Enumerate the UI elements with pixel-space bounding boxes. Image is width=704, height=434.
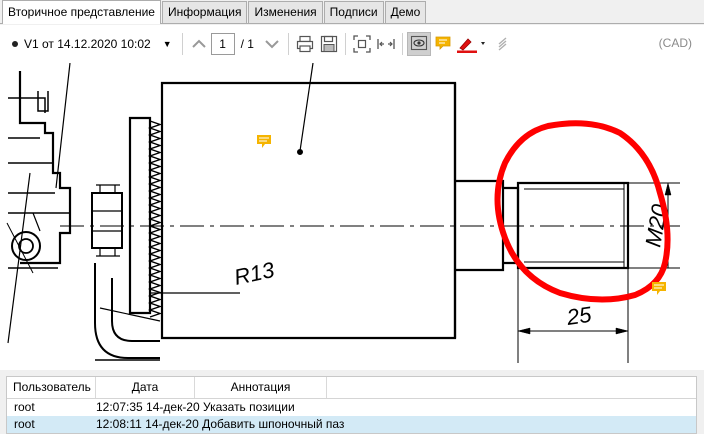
nut-faces: [92, 210, 122, 232]
signature-icon: [498, 37, 507, 51]
pen-color-icon: [456, 38, 485, 53]
tab-demo[interactable]: Демо: [384, 1, 427, 23]
cad-drawing: R13 25 M20: [6, 63, 680, 363]
comment-marker-body[interactable]: [257, 135, 271, 148]
leader-dot: [297, 149, 303, 155]
leader-lines: [7, 63, 71, 344]
previous-page-button[interactable]: [187, 32, 211, 56]
mode-label: (CAD): [658, 36, 692, 50]
tab-signatures[interactable]: Подписи: [323, 1, 384, 23]
chevron-up-icon: [191, 39, 206, 48]
tab-info[interactable]: Информация: [161, 1, 248, 23]
gear-teeth: [147, 120, 163, 318]
body-leader-line: [299, 63, 314, 152]
gear-body: [128, 116, 152, 315]
fit-width-icon: [377, 39, 395, 49]
print-icon: [296, 35, 314, 53]
view-annotations-icon: [410, 35, 428, 51]
cell-date-annotation: 12:07:35 14-дек-20 Указать позиции: [96, 399, 295, 416]
radius-leader: [99, 292, 240, 322]
cell-user: root: [14, 417, 35, 431]
drawing-canvas[interactable]: R13 25 M20: [0, 63, 704, 370]
nut-outline: [91, 192, 123, 249]
hatch-line: [6, 222, 34, 274]
version-label: V1 от 14.12.2020 10:02: [24, 37, 151, 51]
tab-secondary-view[interactable]: Вторичное представление: [2, 0, 161, 24]
fit-width-button[interactable]: [374, 32, 398, 56]
cell-date-annotation: 12:08:11 14-дек-20 Добавить шпоночный па…: [96, 416, 344, 433]
view-annotations-button[interactable]: [406, 32, 431, 56]
red-markup-circle[interactable]: [494, 120, 671, 303]
save-button[interactable]: [317, 32, 341, 56]
main-body-block: [160, 81, 457, 340]
separator: [344, 33, 346, 55]
comment-icon: [435, 36, 451, 50]
page-total: / 1: [240, 37, 254, 51]
radius-label: R13: [232, 257, 277, 290]
comment-marker-thread[interactable]: [652, 282, 666, 295]
version-dot-icon: [12, 41, 18, 47]
cell-annotation: Указать позиции: [203, 400, 295, 414]
signature-button[interactable]: [491, 32, 515, 56]
chevron-down-icon: [265, 40, 279, 49]
table-header: Пользователь Дата Аннотация: [7, 377, 696, 399]
separator: [401, 33, 403, 55]
save-icon: [320, 35, 338, 53]
pen-tool-button[interactable]: [455, 32, 491, 56]
clamp-slot: [37, 91, 49, 112]
column-annotation[interactable]: Аннотация: [195, 377, 327, 398]
print-button[interactable]: [293, 32, 317, 56]
separator: [287, 33, 289, 55]
table-row[interactable]: root 12:07:35 14-дек-20 Указать позиции: [7, 399, 696, 416]
bearing-outer: [11, 231, 41, 261]
fit-page-button[interactable]: [350, 32, 374, 56]
tab-changes[interactable]: Изменения: [248, 1, 323, 23]
column-date[interactable]: Дата: [96, 377, 195, 398]
fit-page-icon: [353, 35, 371, 53]
cell-date: 12:08:11 14-дек-20: [96, 417, 199, 431]
next-page-button[interactable]: [260, 32, 284, 56]
thread-arrow: [664, 182, 672, 196]
version-dropdown[interactable]: V1 от 14.12.2020 10:02 ▼: [6, 32, 178, 56]
separator: [181, 33, 183, 55]
annotations-table: Пользователь Дата Аннотация root 12:07:3…: [6, 376, 697, 434]
cell-user: root: [14, 400, 35, 414]
cell-annotation: Добавить шпоночный паз: [202, 417, 345, 431]
table-row[interactable]: root 12:08:11 14-дек-20 Добавить шпоночн…: [7, 416, 696, 433]
nut-chamfers: [96, 184, 120, 257]
page-number-input[interactable]: [210, 33, 235, 55]
add-comment-button[interactable]: [431, 32, 455, 56]
tab-bar: Вторичное представление Информация Измен…: [0, 0, 704, 24]
cell-date: 12:07:35 14-дек-20: [96, 400, 200, 414]
column-user[interactable]: Пользователь: [7, 377, 96, 398]
toolbar: V1 от 14.12.2020 10:02 ▼ / 1: [0, 25, 704, 63]
dimension-label-25: 25: [564, 302, 593, 330]
dropdown-arrow-icon: ▼: [162, 39, 172, 49]
